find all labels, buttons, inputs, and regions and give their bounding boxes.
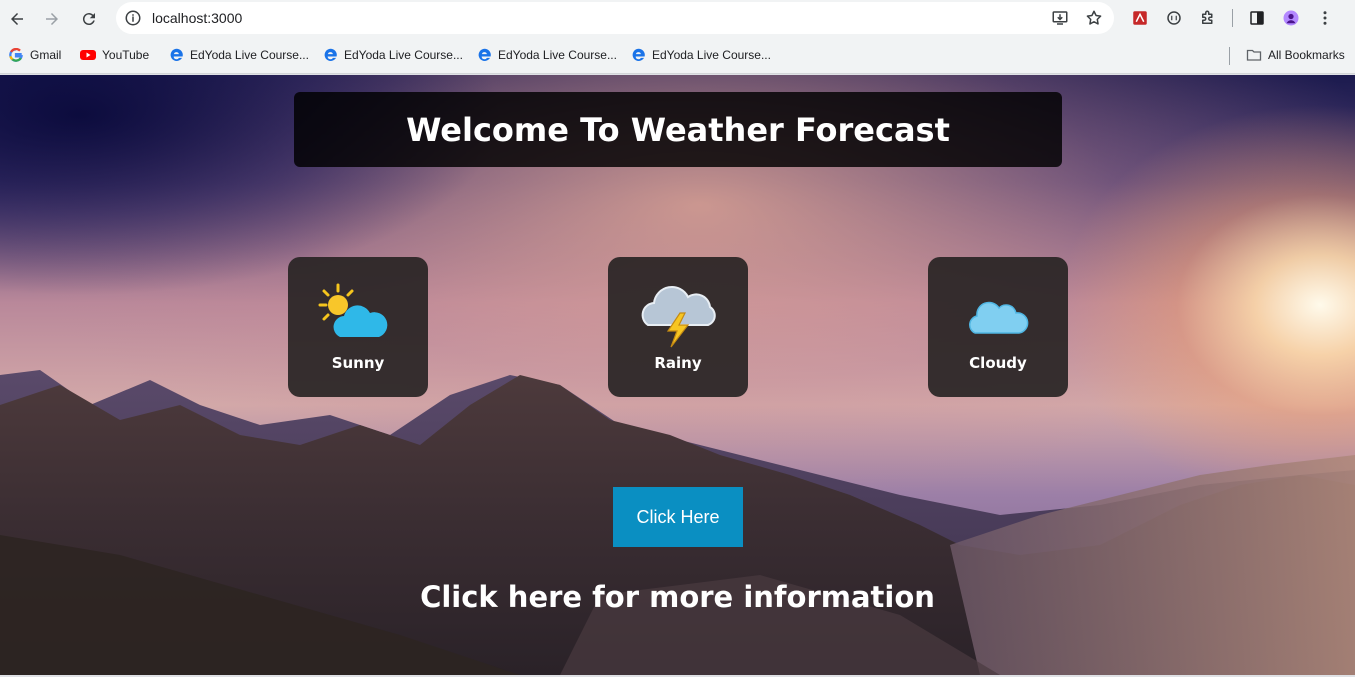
all-bookmarks-button[interactable]: All Bookmarks bbox=[1246, 47, 1345, 63]
extensions-puzzle-icon[interactable] bbox=[1198, 8, 1218, 28]
edge-icon bbox=[630, 47, 646, 63]
url-text: localhost:3000 bbox=[152, 10, 243, 26]
bookmark-label: Gmail bbox=[30, 48, 62, 62]
bookmark-star-icon[interactable] bbox=[1084, 8, 1104, 28]
back-button[interactable] bbox=[3, 5, 31, 33]
edge-icon bbox=[168, 47, 184, 63]
site-info-icon[interactable] bbox=[122, 7, 144, 29]
page-viewport: Welcome To Weather Forecast Sunny Rainy … bbox=[0, 75, 1355, 675]
extension-circle-icon[interactable] bbox=[1164, 8, 1184, 28]
sun-behind-cloud-icon bbox=[318, 281, 398, 349]
bookmarks-bar: Gmail YouTube EdYoda Live Course... EdYo… bbox=[0, 38, 1355, 74]
extensions-area bbox=[1130, 8, 1335, 28]
bookmark-label: EdYoda Live Course... bbox=[498, 48, 617, 62]
bookmark-edyoda-2[interactable]: EdYoda Live Course... bbox=[322, 47, 463, 63]
weather-card-sunny[interactable]: Sunny bbox=[288, 257, 428, 397]
side-panel-icon[interactable] bbox=[1247, 8, 1267, 28]
title-banner: Welcome To Weather Forecast bbox=[294, 92, 1062, 167]
weather-card-label: Sunny bbox=[331, 354, 385, 372]
arrow-right-icon bbox=[46, 13, 58, 25]
weather-card-cloudy[interactable]: Cloudy bbox=[928, 257, 1068, 397]
address-bar[interactable]: localhost:3000 bbox=[116, 2, 1114, 34]
click-here-button[interactable]: Click Here bbox=[613, 487, 743, 547]
bookmark-edyoda-4[interactable]: EdYoda Live Course... bbox=[630, 47, 771, 63]
thunder-cloud-icon bbox=[638, 281, 718, 349]
browser-toolbar: localhost:3000 bbox=[0, 0, 1355, 38]
weather-card-label: Rainy bbox=[654, 354, 702, 372]
edge-icon bbox=[476, 47, 492, 63]
folder-icon bbox=[1246, 47, 1262, 63]
toolbar-divider bbox=[1232, 9, 1233, 27]
bookmark-gmail[interactable]: Gmail bbox=[8, 47, 61, 63]
bookmark-label: YouTube bbox=[102, 48, 150, 62]
bookmarks-divider bbox=[1229, 47, 1230, 65]
bookmark-edyoda-3[interactable]: EdYoda Live Course... bbox=[476, 47, 617, 63]
bookmark-label: EdYoda Live Course... bbox=[652, 48, 771, 62]
edge-icon bbox=[322, 47, 338, 63]
install-app-icon[interactable] bbox=[1050, 8, 1070, 28]
profile-avatar-icon[interactable] bbox=[1281, 8, 1301, 28]
arrow-left-icon bbox=[11, 13, 23, 25]
all-bookmarks-label: All Bookmarks bbox=[1268, 48, 1345, 62]
bookmark-edyoda-1[interactable]: EdYoda Live Course... bbox=[168, 47, 309, 63]
extension-red-icon[interactable] bbox=[1130, 8, 1150, 28]
menu-kebab-icon[interactable] bbox=[1315, 8, 1335, 28]
bookmark-label: EdYoda Live Course... bbox=[344, 48, 463, 62]
bookmark-label: EdYoda Live Course... bbox=[190, 48, 309, 62]
weather-card-label: Cloudy bbox=[969, 354, 1027, 372]
reload-icon bbox=[82, 13, 95, 26]
more-info-link[interactable]: Click here for more information bbox=[0, 580, 1355, 614]
youtube-icon bbox=[80, 47, 96, 63]
gmail-icon bbox=[8, 47, 24, 63]
page-title: Welcome To Weather Forecast bbox=[406, 110, 950, 149]
cloud-icon bbox=[958, 281, 1038, 349]
forward-button[interactable] bbox=[38, 5, 66, 33]
bookmark-youtube[interactable]: YouTube bbox=[80, 47, 149, 63]
reload-button[interactable] bbox=[75, 5, 103, 33]
weather-card-rainy[interactable]: Rainy bbox=[608, 257, 748, 397]
